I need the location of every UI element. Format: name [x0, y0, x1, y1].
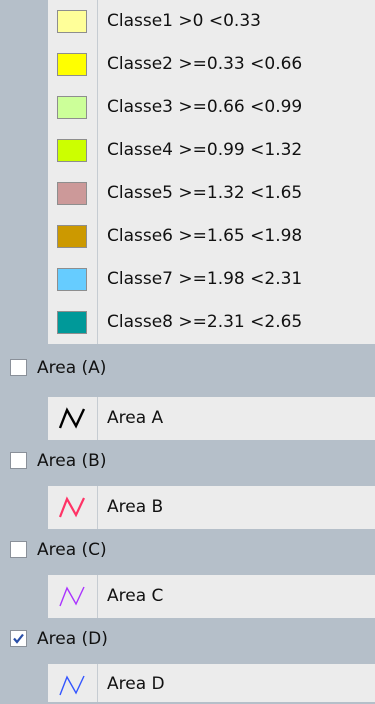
swatch-cell: [48, 301, 98, 344]
line-symbol-icon: [58, 496, 85, 518]
color-swatch-icon: [57, 53, 87, 76]
color-swatch-icon: [57, 96, 87, 119]
symbol-icon-cell: [48, 486, 98, 529]
class-label: Classe7 >=1.98 <2.31: [107, 269, 303, 289]
color-swatch-icon: [57, 10, 87, 33]
swatch-cell: [48, 215, 98, 258]
class-label: Classe2 >=0.33 <0.66: [107, 54, 303, 74]
legend-class-row: Classe1 >0 <0.33: [48, 0, 375, 43]
layer-legend-panel: Classe1 >0 <0.33 Classe2 >=0.33 <0.66 Cl…: [0, 0, 375, 702]
line-symbol-icon: [59, 675, 85, 696]
color-swatch-icon: [57, 268, 87, 291]
layer-header-area-a[interactable]: Area (A): [0, 347, 375, 390]
swatch-cell: [48, 258, 98, 301]
legend-class-row: Classe4 >=0.99 <1.32: [48, 129, 375, 172]
legend-class-row: Classe8 >=2.31 <2.65: [48, 301, 375, 344]
legend-class-row: Classe6 >=1.65 <1.98: [48, 215, 375, 258]
layer-title: Area (D): [37, 629, 108, 649]
symbol-label: Area B: [107, 497, 164, 517]
legend-class-row: Classe7 >=1.98 <2.31: [48, 258, 375, 301]
layer-visibility-checkbox[interactable]: [10, 359, 27, 376]
class-label: Classe6 >=1.65 <1.98: [107, 226, 303, 246]
color-swatch-icon: [57, 139, 87, 162]
layer-symbol-row: Area A: [48, 397, 375, 440]
legend-class-row: Classe5 >=1.32 <1.65: [48, 172, 375, 215]
layer-title: Area (B): [37, 451, 107, 471]
swatch-cell: [48, 43, 98, 86]
color-swatch-icon: [57, 311, 87, 334]
layer-visibility-checkbox[interactable]: [10, 452, 27, 469]
swatch-cell: [48, 129, 98, 172]
layer-header-area-b[interactable]: Area (B): [0, 440, 375, 483]
layer-title: Area (C): [37, 540, 107, 560]
legend-class-row: Classe3 >=0.66 <0.99: [48, 86, 375, 129]
line-symbol-icon: [58, 407, 86, 429]
color-swatch-icon: [57, 182, 87, 205]
class-label: Classe3 >=0.66 <0.99: [107, 97, 303, 117]
color-swatch-icon: [57, 225, 87, 248]
layer-visibility-checkbox[interactable]: [10, 630, 27, 647]
symbol-label: Area A: [107, 408, 164, 428]
swatch-cell: [48, 0, 98, 43]
class-label: Classe4 >=0.99 <1.32: [107, 140, 303, 160]
checkmark-icon: [13, 633, 24, 644]
line-symbol-icon: [59, 586, 85, 607]
symbol-icon-cell: [48, 664, 98, 702]
layer-symbol-row: Area C: [48, 575, 375, 618]
swatch-cell: [48, 172, 98, 215]
legend-class-row: Classe2 >=0.33 <0.66: [48, 43, 375, 86]
layer-visibility-checkbox[interactable]: [10, 541, 27, 558]
layer-symbol-row: Area B: [48, 486, 375, 529]
class-label: Classe5 >=1.32 <1.65: [107, 183, 303, 203]
symbol-label: Area D: [107, 674, 165, 694]
class-label: Classe1 >0 <0.33: [107, 11, 261, 31]
symbol-icon-cell: [48, 397, 98, 440]
class-label: Classe8 >=2.31 <2.65: [107, 312, 303, 332]
symbol-icon-cell: [48, 575, 98, 618]
swatch-cell: [48, 86, 98, 129]
layer-header-area-c[interactable]: Area (C): [0, 529, 375, 572]
symbol-label: Area C: [107, 586, 164, 606]
layer-symbol-row: Area D: [48, 664, 375, 702]
layer-title: Area (A): [37, 358, 107, 378]
layer-header-area-d[interactable]: Area (D): [0, 618, 375, 661]
